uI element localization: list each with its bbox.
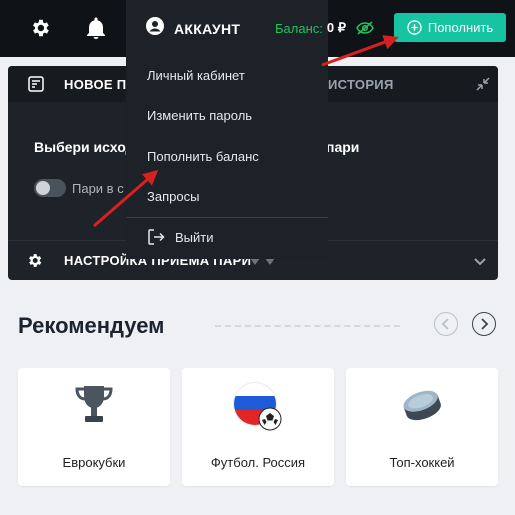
section-divider: [215, 325, 400, 327]
card-label: Футбол. Россия: [210, 455, 306, 470]
card-label: Топ-хоккей: [389, 455, 455, 470]
russia-football-icon: [231, 380, 285, 434]
arrow-to-topup: [321, 35, 399, 67]
chevron-left-icon: [441, 318, 451, 330]
recommend-title: Рекомендуем: [18, 313, 165, 338]
hockey-puck-icon: [397, 380, 447, 430]
trophy-icon: [69, 380, 119, 430]
carousel-next-button[interactable]: [472, 312, 496, 336]
card-top-hockey[interactable]: Топ-хоккей: [346, 368, 498, 486]
carousel-prev-button[interactable]: [434, 312, 458, 336]
card-label: Еврокубки: [62, 455, 126, 470]
arrow-to-topup-balance: [93, 170, 159, 228]
card-eurocups[interactable]: Еврокубки: [18, 368, 170, 486]
card-football-russia[interactable]: Футбол. Россия: [182, 368, 334, 486]
chevron-right-icon: [479, 318, 489, 330]
